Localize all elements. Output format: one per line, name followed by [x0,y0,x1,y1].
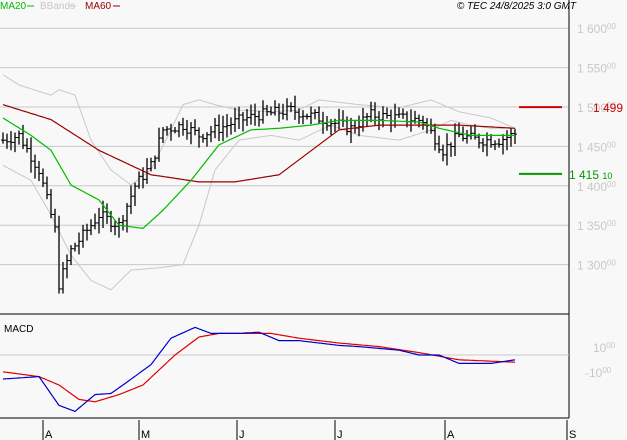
month-label: A [447,429,455,440]
month-label: M [141,429,150,440]
copyright: © TEC 24/8/2025 3:0 GMT [457,1,577,12]
month-label: A [45,429,53,440]
stock-chart: 1 600001 550001 500001 450001 400001 350… [0,0,627,440]
legend-ma20: MA20 [0,1,27,12]
resistance-label: 1 499 9 [593,101,627,115]
legend: MA20 BBands MA60 [0,1,120,12]
macd-title: MACD [4,324,33,335]
background [0,0,627,440]
legend-ma60: MA60 [85,1,112,12]
month-label: J [239,429,245,440]
support-label: 1 415 10 [569,168,612,182]
month-label: J [337,429,343,440]
month-label: S [569,429,576,440]
